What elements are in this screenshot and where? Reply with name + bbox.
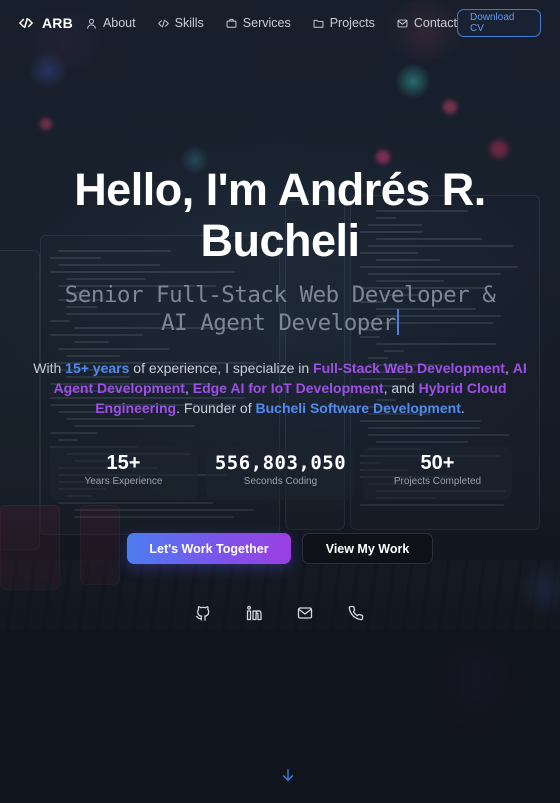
intro-text: , [504,360,513,376]
highlight-fullstack: Full-Stack Web Development [313,360,505,376]
nav-item-label: Projects [329,16,375,30]
highlight-years: 15+ years [65,360,130,376]
intro-text: , [184,380,193,396]
social-links [194,604,365,622]
github-link[interactable] [194,604,212,622]
github-icon [195,606,210,621]
folder-icon [313,19,324,28]
brand-text: ARB [42,15,73,31]
intro-text: of experience, I specialize in [129,360,314,376]
nav-item-label: About [102,16,136,30]
nav-item-label: Contact [413,16,457,30]
intro-text: , and [383,380,419,396]
stat-label: Seconds Coding [243,476,318,487]
top-navigation: ARB About Skills Services Projects Conta… [0,0,560,46]
subtitle-line-1: Senior Full-Stack Web Developer & [64,282,496,308]
intro-text: . [460,400,465,416]
view-work-button[interactable]: View My Work [302,533,433,564]
intro-text: . Founder of [176,400,256,416]
phone-icon [348,605,364,621]
linkedin-icon [246,605,262,621]
typing-subtitle: Senior Full-Stack Web Developer & AI Age… [20,281,540,337]
typing-cursor [396,309,399,335]
user-icon [87,18,96,29]
stat-value: 15+ [106,452,141,474]
arrow-down-icon[interactable] [281,768,295,782]
code-icon [19,17,33,29]
download-cv-button[interactable]: Download CV [456,9,541,37]
intro-text: With [33,360,66,376]
nav-item-label: Services [242,16,291,30]
stat-label: Years Experience [84,476,163,487]
briefcase-icon [226,18,237,28]
intro-paragraph: With 15+ years of experience, I speciali… [24,358,536,418]
highlight-company: Bucheli Software Development [255,400,461,416]
brand-logo[interactable]: ARB [19,15,73,31]
stats-row: 15+ Years Experience 556,803,050 Seconds… [49,446,512,500]
code-icon [157,19,169,27]
mail-icon [397,19,408,27]
stat-card-experience: 15+ Years Experience [49,446,198,500]
title-line-2: Bucheli [200,215,360,266]
highlight-edge-ai: Edge AI for IoT Development [192,380,384,396]
linkedin-link[interactable] [245,604,263,622]
email-link[interactable] [296,604,314,622]
nav-item-services[interactable]: Services [226,16,291,30]
nav-item-projects[interactable]: Projects [313,16,375,30]
stat-value: 556,803,050 [214,452,347,474]
stat-value: 50+ [420,452,455,474]
nav-item-about[interactable]: About [86,16,136,30]
page-title: Hello, I'm Andrés R. Bucheli [20,164,540,266]
phone-link[interactable] [347,604,365,622]
nav-item-label: Skills [174,16,204,30]
stat-card-seconds: 556,803,050 Seconds Coding [206,446,355,500]
title-line-1: Hello, I'm Andrés R. [74,164,486,215]
subtitle-line-2: AI Agent Developer [161,310,396,336]
nav-links: About Skills Services Projects Contact [86,16,457,30]
nav-item-skills[interactable]: Skills [157,16,204,30]
nav-item-contact[interactable]: Contact [397,16,457,30]
stat-card-projects: 50+ Projects Completed [363,446,512,500]
mail-icon [297,607,313,619]
stat-label: Projects Completed [393,476,482,487]
work-together-button[interactable]: Let's Work Together [127,533,291,564]
